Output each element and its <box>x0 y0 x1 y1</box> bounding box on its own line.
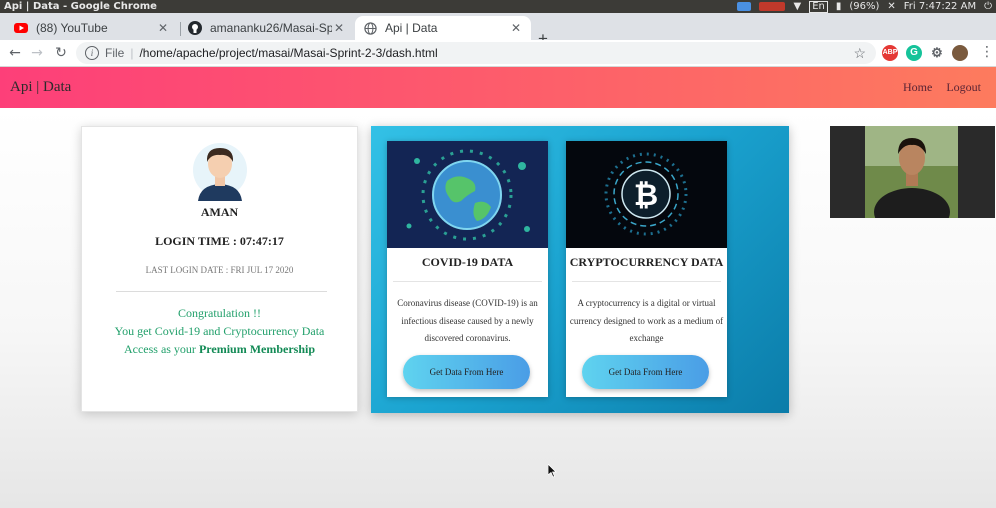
address-bar[interactable]: i File | /home/apache/project/masai/Masa… <box>76 42 876 64</box>
nav-logout-link[interactable]: Logout <box>946 67 981 108</box>
battery-icon[interactable]: ▮ <box>836 0 842 13</box>
profile-card: AMAN LOGIN TIME : 07:47:17 LAST LOGIN DA… <box>81 126 358 412</box>
tab-label: amananku26/Masai-Sprin <box>210 21 332 35</box>
screen-record-icon[interactable] <box>759 2 786 11</box>
site-navbar: Api | Data Home Logout <box>0 67 996 108</box>
back-arrow-icon[interactable]: ← <box>6 43 24 63</box>
wifi-icon[interactable]: ▼ <box>793 0 801 13</box>
keyboard-language[interactable]: En <box>809 0 828 13</box>
user-avatar-icon <box>192 140 248 201</box>
profile-divider <box>116 291 327 292</box>
covid-card-title: COVID-19 DATA <box>421 255 514 269</box>
close-tab-icon[interactable]: ✕ <box>156 21 170 35</box>
reload-icon[interactable]: ↻ <box>52 43 70 63</box>
profile-name: AMAN <box>200 205 239 219</box>
github-icon <box>188 21 202 35</box>
chrome-menu-icon[interactable]: ⋮ <box>980 44 994 60</box>
clock[interactable]: Fri 7:47:22 AM <box>904 0 976 13</box>
covid-globe-image <box>387 141 548 248</box>
power-icon[interactable]: ⏻ <box>984 0 992 13</box>
nav-home-link[interactable]: Home <box>903 67 932 108</box>
window-title: Api | Data - Google Chrome <box>4 1 157 12</box>
last-login-date: LAST LOGIN DATE : FRI JUL 17 2020 <box>145 265 294 275</box>
tab-youtube[interactable]: (88) YouTube ✕ <box>6 16 178 40</box>
congrats-line-2: You get Covid-19 and Cryptocurrency Data <box>114 324 325 338</box>
crypto-card-title: CRYPTOCURRENCY DATA <box>569 255 724 269</box>
system-top-bar: Api | Data - Google Chrome ▼ En ▮ (96%) … <box>0 0 996 13</box>
profile-avatar-icon[interactable] <box>952 45 968 61</box>
brand-title[interactable]: Api | Data <box>10 67 71 108</box>
webcam-overlay <box>830 126 995 218</box>
tab-github[interactable]: amananku26/Masai-Sprin ✕ <box>180 16 354 40</box>
covid-card: COVID-19 DATA Coronavirus disease (COVID… <box>387 141 548 397</box>
info-icon[interactable]: i <box>85 46 99 60</box>
scheme-label: File <box>105 46 125 60</box>
mouse-cursor-icon <box>547 463 558 483</box>
bookmark-star-icon[interactable]: ☆ <box>853 45 866 62</box>
system-tray: ▼ En ▮ (96%) ✕ Fri 7:47:22 AM ⏻ <box>737 0 992 13</box>
forward-arrow-icon[interactable]: → <box>28 43 46 63</box>
congrats-line-3-prefix: Access as your <box>123 342 199 356</box>
globe-icon <box>363 21 377 35</box>
data-cards-panel: COVID-19 DATA Coronavirus disease (COVID… <box>371 126 789 413</box>
adblock-icon[interactable]: ABP <box>882 45 898 61</box>
extensions-puzzle-icon[interactable]: ⚙ <box>929 45 945 61</box>
tab-label: (88) YouTube <box>36 21 108 35</box>
bitcoin-image: ₿ <box>566 141 727 248</box>
tab-label: Api | Data <box>385 21 438 35</box>
battery-percent: (96%) <box>849 1 880 12</box>
tab-strip: (88) YouTube ✕ amananku26/Masai-Sprin ✕ … <box>0 13 996 48</box>
svg-text:₿: ₿ <box>634 178 658 213</box>
crypto-get-data-button[interactable]: Get Data From Here <box>582 355 709 389</box>
crypto-card: ₿ CRYPTOCURRENCY DATA A cryptocurrency i… <box>566 141 727 397</box>
address-divider: | <box>130 46 134 60</box>
congrats-line-1: Congratulation !! <box>178 306 261 320</box>
card-divider <box>393 281 542 282</box>
close-tab-icon[interactable]: ✕ <box>509 21 523 35</box>
grammarly-icon[interactable]: G <box>906 45 922 61</box>
login-time: LOGIN TIME : 07:47:17 <box>155 234 284 248</box>
covid-get-data-button[interactable]: Get Data From Here <box>403 355 530 389</box>
zoom-icon[interactable] <box>737 2 752 11</box>
browser-toolbar: ← → ↻ i File | /home/apache/project/masa… <box>0 40 996 67</box>
premium-membership-label: Premium Membership <box>198 342 316 356</box>
crypto-card-description: A cryptocurrency is a digital or virtual… <box>569 298 724 343</box>
covid-card-description: Coronavirus disease (COVID-19) is an inf… <box>397 298 538 343</box>
membership-message: Congratulation !! You get Covid-19 and C… <box>82 304 357 358</box>
close-tab-icon[interactable]: ✕ <box>332 21 346 35</box>
youtube-icon <box>14 21 28 35</box>
nav-links: Home Logout <box>903 67 981 108</box>
mute-icon[interactable]: ✕ <box>887 0 895 13</box>
tab-api-data[interactable]: Api | Data ✕ <box>355 16 531 40</box>
url-text[interactable]: /home/apache/project/masai/Masai-Sprint-… <box>139 46 437 60</box>
card-divider <box>572 281 721 282</box>
congrats-line-3: Access as your Premium Membership <box>82 340 357 358</box>
